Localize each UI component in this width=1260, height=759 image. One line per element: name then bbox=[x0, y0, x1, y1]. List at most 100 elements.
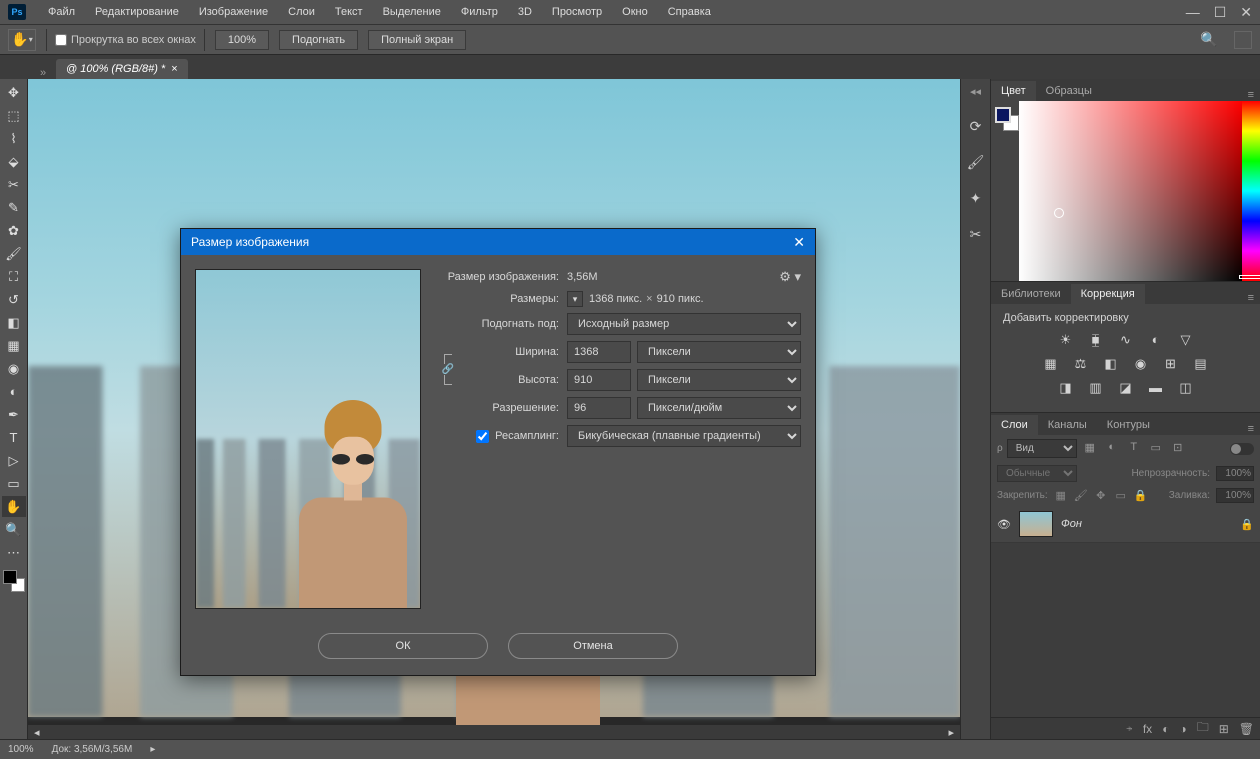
quick-select-tool-icon[interactable]: ⬙ bbox=[2, 151, 26, 172]
dodge-tool-icon[interactable]: ◐ bbox=[2, 381, 26, 402]
adjustments-panel-menu-icon[interactable]: ≡ bbox=[1242, 292, 1260, 304]
healing-tool-icon[interactable]: ✿ bbox=[2, 220, 26, 241]
width-input[interactable] bbox=[567, 341, 631, 363]
marquee-tool-icon[interactable]: ⬚ bbox=[2, 105, 26, 126]
color-lookup-icon[interactable]: ▤ bbox=[1191, 356, 1211, 372]
search-icon[interactable]: 🔍 bbox=[1200, 31, 1218, 49]
menu-help[interactable]: Справка bbox=[658, 6, 721, 18]
layer-row[interactable]: 👁 Фон 🔒 bbox=[991, 506, 1260, 543]
curves-icon[interactable]: ∿ bbox=[1116, 332, 1136, 348]
lock-position-icon[interactable]: ✥ bbox=[1094, 489, 1108, 502]
expand-panels-icon[interactable]: ◂◂ bbox=[970, 85, 981, 98]
vibrance-icon[interactable]: ▽ bbox=[1176, 332, 1196, 348]
ok-button[interactable]: ОК bbox=[318, 633, 488, 659]
brush-presets-panel-icon[interactable]: ✦ bbox=[966, 190, 986, 208]
height-unit-select[interactable]: Пиксели bbox=[637, 369, 801, 391]
layer-filter-kind-select[interactable]: Вид bbox=[1007, 439, 1077, 458]
invert-icon[interactable]: ◨ bbox=[1056, 380, 1076, 396]
lock-transparent-icon[interactable]: ▦ bbox=[1054, 489, 1068, 502]
current-tool-indicator[interactable]: ✋▾ bbox=[8, 29, 36, 51]
resolution-input[interactable] bbox=[567, 397, 631, 419]
photo-filter-icon[interactable]: ◉ bbox=[1131, 356, 1151, 372]
foreground-color-swatch[interactable] bbox=[3, 570, 17, 584]
fill-input[interactable] bbox=[1216, 488, 1254, 503]
menu-view[interactable]: Просмотр bbox=[542, 6, 612, 18]
resolution-unit-select[interactable]: Пиксели/дюйм bbox=[637, 397, 801, 419]
tab-layers[interactable]: Слои bbox=[991, 415, 1038, 435]
resample-checkbox[interactable] bbox=[476, 430, 489, 443]
constrain-proportions-icon[interactable]: 🔗 bbox=[442, 364, 454, 375]
status-chevron-icon[interactable]: ▸ bbox=[150, 744, 155, 755]
window-close-icon[interactable]: ✕ bbox=[1240, 4, 1252, 21]
tab-color[interactable]: Цвет bbox=[991, 81, 1036, 101]
menu-file[interactable]: Файл bbox=[38, 6, 85, 18]
menu-edit[interactable]: Редактирование bbox=[85, 6, 189, 18]
hand-tool-icon[interactable]: ✋ bbox=[2, 496, 26, 517]
lasso-tool-icon[interactable]: ⌇ bbox=[2, 128, 26, 149]
zoom-100-button[interactable]: 100% bbox=[215, 30, 269, 50]
pen-tool-icon[interactable]: ✒ bbox=[2, 404, 26, 425]
scroll-all-windows-checkbox[interactable]: Прокрутка во всех окнах bbox=[46, 29, 205, 51]
menu-text[interactable]: Текст bbox=[325, 6, 373, 18]
workspace-switcher-icon[interactable] bbox=[1234, 31, 1252, 49]
filter-shape-icon[interactable]: ▭ bbox=[1147, 441, 1165, 457]
color-field-cursor[interactable] bbox=[1054, 208, 1064, 218]
menu-3d[interactable]: 3D bbox=[508, 6, 542, 18]
new-fill-adjustment-icon[interactable]: ◑ bbox=[1179, 722, 1186, 736]
menu-filter[interactable]: Фильтр bbox=[451, 6, 508, 18]
lock-all-icon[interactable]: 🔒 bbox=[1134, 489, 1148, 502]
color-saturation-field[interactable] bbox=[1019, 101, 1242, 281]
tool-presets-panel-icon[interactable]: ✂ bbox=[966, 226, 986, 244]
filter-text-icon[interactable]: T bbox=[1125, 441, 1143, 457]
edit-toolbar-icon[interactable]: ⋯ bbox=[2, 542, 26, 563]
gradient-map-icon[interactable]: ▬ bbox=[1146, 380, 1166, 396]
layer-mask-icon[interactable]: ◐ bbox=[1162, 722, 1169, 736]
menu-layers[interactable]: Слои bbox=[278, 6, 325, 18]
layer-lock-icon[interactable]: 🔒 bbox=[1240, 518, 1254, 531]
delete-layer-icon[interactable]: 🗑 bbox=[1239, 722, 1254, 736]
new-layer-icon[interactable]: ⊞ bbox=[1219, 722, 1229, 736]
hue-slider-cursor[interactable] bbox=[1239, 275, 1260, 279]
tab-libraries[interactable]: Библиотеки bbox=[991, 284, 1071, 304]
eraser-tool-icon[interactable]: ◧ bbox=[2, 312, 26, 333]
layer-thumbnail[interactable] bbox=[1019, 511, 1053, 537]
fit-to-select[interactable]: Исходный размер bbox=[567, 313, 801, 335]
levels-icon[interactable]: ⧯ bbox=[1086, 332, 1106, 348]
link-layers-icon[interactable]: ⍆ bbox=[1126, 721, 1133, 736]
layers-panel-menu-icon[interactable]: ≡ bbox=[1242, 423, 1260, 435]
posterize-icon[interactable]: ▥ bbox=[1086, 380, 1106, 396]
tab-chevron-icon[interactable]: » bbox=[30, 67, 56, 79]
crop-tool-icon[interactable]: ✂ bbox=[2, 174, 26, 195]
tab-paths[interactable]: Контуры bbox=[1097, 415, 1160, 435]
width-unit-select[interactable]: Пиксели bbox=[637, 341, 801, 363]
zoom-tool-icon[interactable]: 🔍 bbox=[2, 519, 26, 540]
color-panel-menu-icon[interactable]: ≡ bbox=[1242, 89, 1260, 101]
panel-foreground-swatch[interactable] bbox=[995, 107, 1011, 123]
dialog-close-icon[interactable]: ✕ bbox=[793, 234, 805, 251]
selective-color-icon[interactable]: ◫ bbox=[1176, 380, 1196, 396]
menu-select[interactable]: Выделение bbox=[373, 6, 451, 18]
document-tab[interactable]: @ 100% (RGB/8#) * × bbox=[56, 59, 188, 79]
filter-smart-icon[interactable]: ⊡ bbox=[1169, 441, 1187, 457]
lock-image-icon[interactable]: 🖌 bbox=[1074, 489, 1088, 502]
hue-saturation-icon[interactable]: ▦ bbox=[1041, 356, 1061, 372]
threshold-icon[interactable]: ◪ bbox=[1116, 380, 1136, 396]
horizontal-scrollbar[interactable]: ◂▸ bbox=[28, 725, 960, 739]
fullscreen-button[interactable]: Полный экран bbox=[368, 30, 466, 50]
brush-tool-icon[interactable]: 🖌 bbox=[2, 243, 26, 264]
gradient-tool-icon[interactable]: ▦ bbox=[2, 335, 26, 356]
fit-screen-button[interactable]: Подогнать bbox=[279, 30, 358, 50]
filter-pixel-icon[interactable]: ▦ bbox=[1081, 441, 1099, 457]
dialog-settings-gear-icon[interactable]: ⚙ ▾ bbox=[779, 269, 801, 285]
document-tab-close-icon[interactable]: × bbox=[171, 63, 177, 75]
layer-name-label[interactable]: Фон bbox=[1061, 518, 1082, 530]
layer-visibility-icon[interactable]: 👁 bbox=[997, 518, 1011, 531]
menu-image[interactable]: Изображение bbox=[189, 6, 278, 18]
move-tool-icon[interactable]: ✥ bbox=[2, 82, 26, 103]
lock-artboard-icon[interactable]: ▭ bbox=[1114, 489, 1128, 502]
layer-style-icon[interactable]: fx bbox=[1143, 722, 1152, 736]
color-balance-icon[interactable]: ⚖ bbox=[1071, 356, 1091, 372]
tab-swatches[interactable]: Образцы bbox=[1036, 81, 1102, 101]
tab-channels[interactable]: Каналы bbox=[1038, 415, 1097, 435]
hue-slider[interactable] bbox=[1242, 101, 1260, 281]
